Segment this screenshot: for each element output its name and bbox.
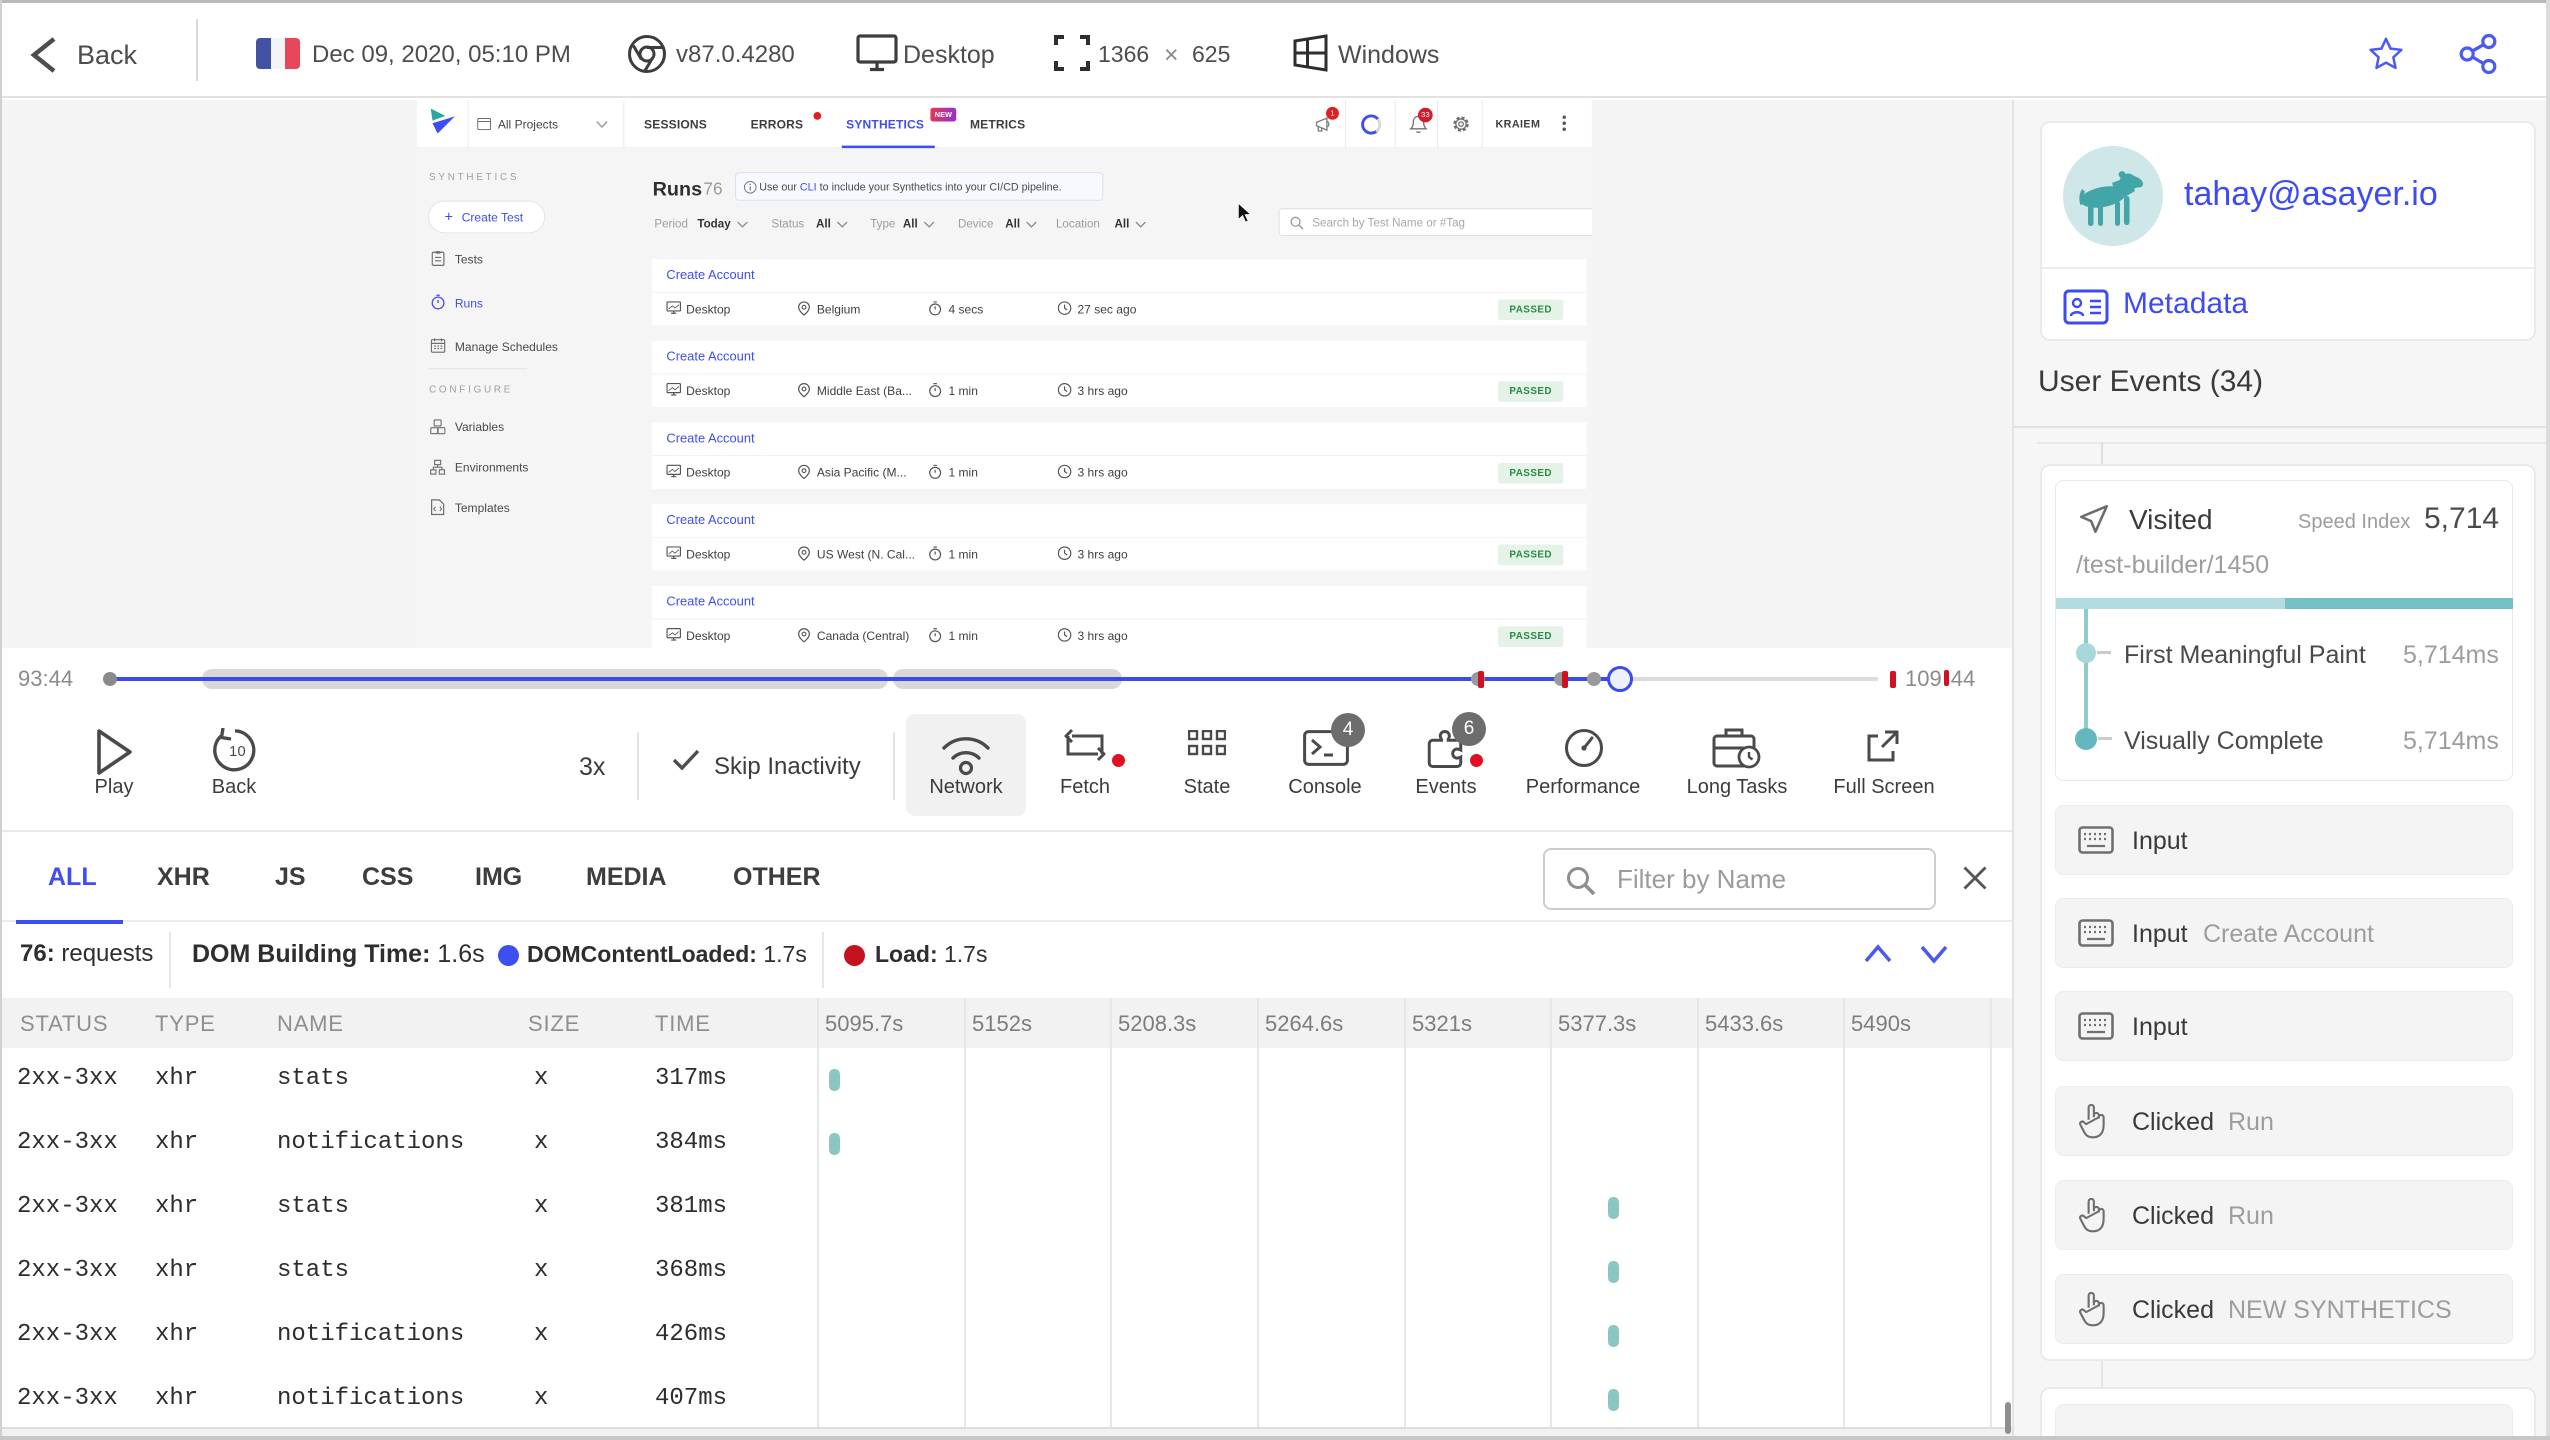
svg-text:10: 10: [229, 743, 246, 760]
